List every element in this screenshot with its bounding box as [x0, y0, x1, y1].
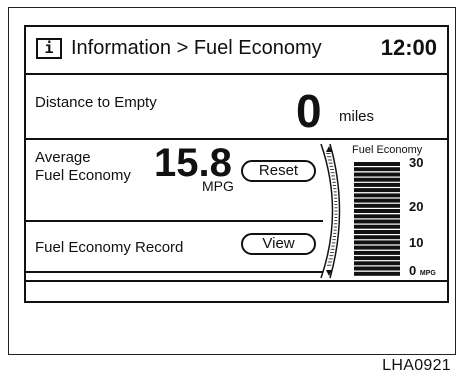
average-label-line1: Average [35, 149, 91, 166]
y-tick-30: 30 [409, 155, 424, 170]
graph-bar [354, 177, 400, 182]
graph-bar [354, 214, 400, 219]
fuel-economy-record-label: Fuel Economy Record [35, 239, 184, 256]
scrollbar-outer-arc [320, 143, 334, 279]
distance-to-empty-label: Distance to Empty [35, 94, 157, 111]
bars-group [354, 162, 400, 276]
reset-button[interactable]: Reset [241, 160, 316, 182]
graph-bar [354, 182, 400, 187]
graph-bar [354, 198, 400, 203]
y-unit-label: MPG [419, 270, 436, 277]
average-fuel-economy-label: Average Fuel Economy [35, 149, 131, 185]
graph-bar [354, 193, 400, 198]
view-button[interactable]: View [241, 233, 316, 255]
graph-bar [354, 203, 400, 208]
y-tick-10: 10 [409, 235, 424, 250]
graph-bar [354, 245, 400, 250]
graph-bar [354, 172, 400, 177]
y-tick-0-value: 0 [409, 263, 417, 278]
graph-bar [354, 271, 400, 276]
figure-code: LHA0921 [382, 357, 451, 374]
graph-bar [354, 240, 400, 245]
graph-bar [354, 235, 400, 240]
graph-bars [354, 162, 400, 276]
fuel-economy-record-row: Fuel Economy Record View [26, 224, 323, 274]
distance-to-empty-unit: miles [339, 108, 375, 125]
y-tick-0: 0 MPG [409, 263, 436, 278]
bottom-divider [26, 280, 447, 282]
scrollbar-graphic [320, 143, 341, 279]
y-tick-20: 20 [409, 199, 424, 214]
display-screen: i Information > Fuel Economy 12:00 Dista… [24, 25, 449, 303]
list-bottom-divider [26, 271, 323, 273]
distance-to-empty-value: 0 [296, 85, 322, 137]
graph-bar [354, 266, 400, 271]
info-icon[interactable]: i [36, 38, 62, 59]
graph-bar [354, 250, 400, 255]
average-fuel-economy-unit: MPG [202, 178, 234, 194]
page-title: Information > Fuel Economy [71, 37, 322, 59]
average-fuel-economy-row: Average Fuel Economy 15.8 MPG Reset [26, 141, 323, 222]
graph-bar [354, 224, 400, 229]
header-bar: i Information > Fuel Economy 12:00 [26, 27, 447, 75]
average-label-line2: Fuel Economy [35, 167, 131, 184]
graph-bar [354, 256, 400, 261]
graph-bar [354, 188, 400, 193]
graph-bar [354, 230, 400, 234]
graph-bar [354, 261, 400, 266]
graph-bar [354, 219, 400, 224]
graph-bar [354, 167, 400, 172]
distance-to-empty-row: Distance to Empty 0 miles [26, 75, 447, 140]
fuel-economy-graph: Fuel Economy 30 20 10 0 MPG [348, 142, 447, 280]
clock: 12:00 [380, 35, 437, 60]
graph-bar [354, 162, 400, 166]
graph-bar [354, 209, 400, 213]
scrollbar[interactable] [318, 142, 348, 280]
